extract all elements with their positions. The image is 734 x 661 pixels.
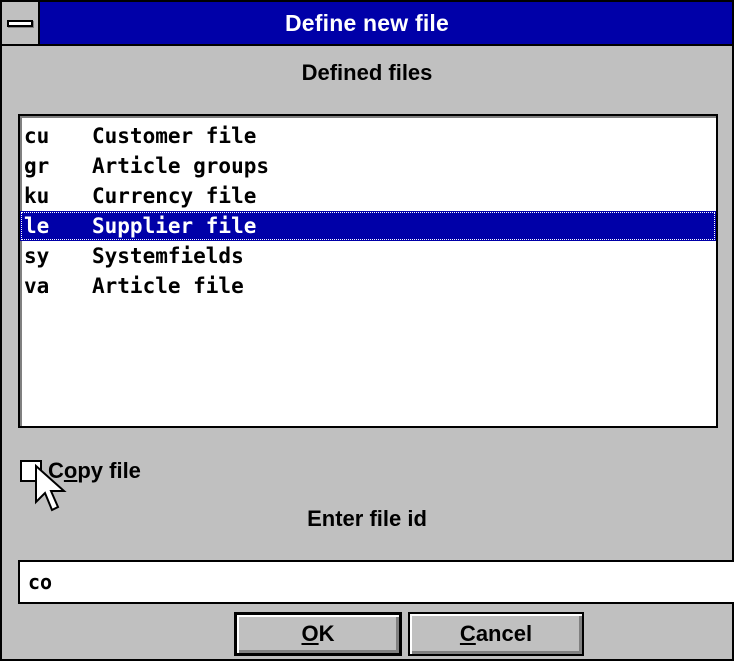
cancel-button-label: Cancel [459, 621, 533, 646]
file-code: cu [24, 124, 50, 148]
define-new-file-dialog: Define new file Defined files cu Custome… [0, 0, 734, 661]
file-id-value: co [28, 570, 53, 594]
ok-button[interactable]: OK [234, 612, 402, 656]
file-code: va [24, 274, 50, 298]
file-name: Customer file [92, 124, 257, 148]
list-item-gr[interactable]: gr Article groups [20, 151, 716, 181]
list-item-le[interactable]: le Supplier file [20, 211, 716, 241]
cancel-button[interactable]: Cancel [408, 612, 584, 656]
system-menu-bar-icon [7, 19, 33, 27]
defined-files-label: Defined files [301, 60, 433, 85]
list-item-va[interactable]: va Article file [20, 271, 716, 301]
window-title: Define new file [284, 9, 450, 36]
list-item-cu[interactable]: cu Customer file [20, 121, 716, 151]
copy-file-checkbox[interactable] [20, 460, 42, 482]
copy-file-option[interactable]: Copy file [20, 456, 141, 486]
copy-file-label: Copy file [48, 458, 141, 483]
file-name: Systemfields [92, 244, 244, 268]
file-name: Supplier file [92, 214, 257, 238]
system-menu-icon[interactable] [2, 2, 40, 44]
file-id-input[interactable]: co [18, 560, 734, 604]
defined-files-listbox[interactable]: cu Customer file gr Article groups ku Cu… [18, 114, 718, 428]
file-code: sy [24, 244, 50, 268]
file-name: Article file [92, 274, 244, 298]
list-item-sy[interactable]: sy Systemfields [20, 241, 716, 271]
file-code: le [24, 214, 50, 238]
file-code: ku [24, 184, 50, 208]
ok-button-label: OK [301, 621, 335, 646]
file-name: Currency file [92, 184, 257, 208]
list-item-ku[interactable]: ku Currency file [20, 181, 716, 211]
enter-file-id-label: Enter file id [307, 506, 427, 531]
file-name: Article groups [92, 154, 270, 178]
file-code: gr [24, 154, 50, 178]
title-bar[interactable]: Define new file [2, 2, 732, 46]
